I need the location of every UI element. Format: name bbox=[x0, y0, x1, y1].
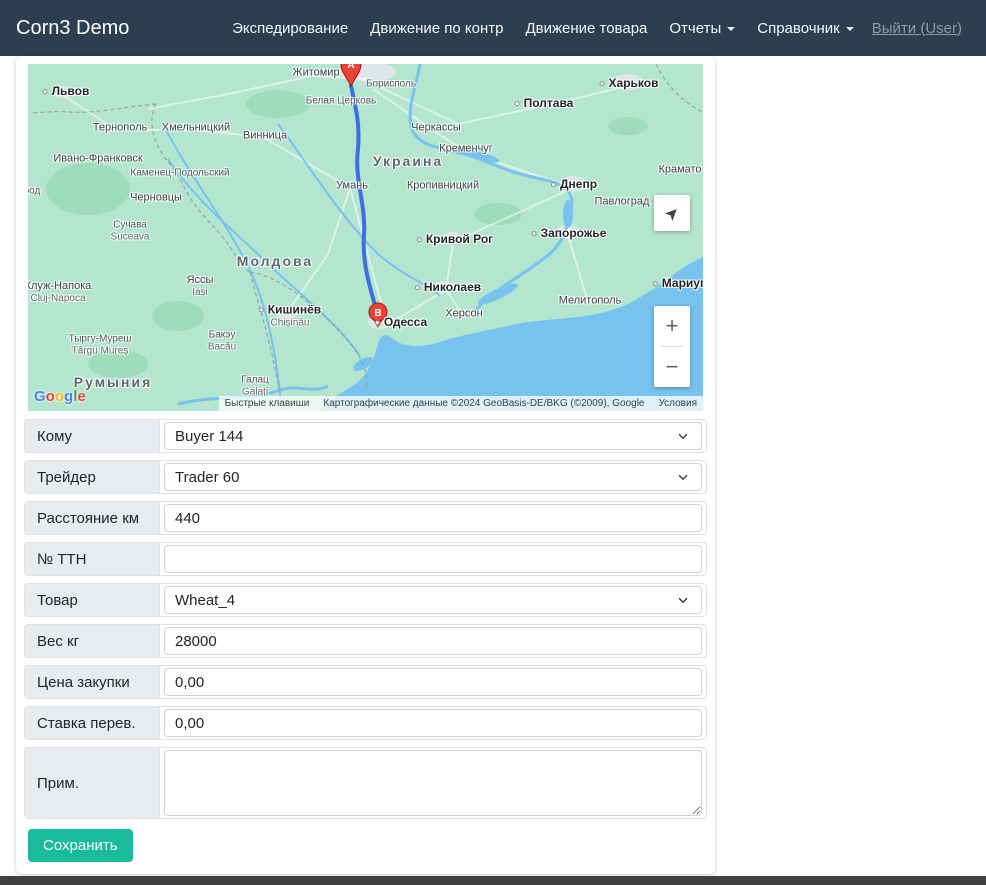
nav-item-label: Отчеты bbox=[669, 20, 721, 37]
zoom-control: + − bbox=[654, 306, 690, 387]
trader-select[interactable]: Trader 60 bbox=[164, 463, 702, 491]
freight-rate-input[interactable] bbox=[164, 709, 702, 737]
select-value: Trader 60 bbox=[175, 469, 239, 486]
map-canvas[interactable]: A B bbox=[28, 64, 703, 411]
field-label-weight-kg: Вес кг bbox=[25, 625, 160, 657]
field-cell-purchase-price bbox=[160, 666, 706, 698]
entry-form: Кому Buyer 144 Трейдер Trader 60 Расстояние … bbox=[24, 419, 707, 819]
keyboard-shortcuts-link[interactable]: Быстрые клавиши bbox=[225, 398, 310, 409]
form-row-freight-rate: Ставка перев. bbox=[24, 706, 707, 740]
nav-menu: Экспедирование Движение по контр Движение … bbox=[232, 20, 854, 37]
chevron-down-icon bbox=[676, 470, 690, 484]
nav-item-label: Движение по контр bbox=[370, 20, 503, 37]
zoom-in-button[interactable]: + bbox=[654, 306, 690, 346]
field-label-tovar: Товар bbox=[25, 584, 160, 616]
my-location-button[interactable]: ➤ bbox=[654, 195, 690, 231]
form-row-distance-km: Расстояние км bbox=[24, 501, 707, 535]
map-data-text: Картографические данные ©2024 GeoBasis-D… bbox=[323, 398, 644, 409]
save-button[interactable]: Сохранить bbox=[28, 829, 133, 862]
komu-select[interactable]: Buyer 144 bbox=[164, 422, 702, 450]
nav-item-2[interactable]: Движение по контр bbox=[370, 20, 503, 37]
field-label-ttn-number: № ТТН bbox=[25, 543, 160, 575]
nav-item-label: Справочник bbox=[757, 20, 840, 37]
field-label-trader: Трейдер bbox=[25, 461, 160, 493]
google-logo[interactable]: Google bbox=[34, 388, 86, 405]
form-row-trader: Трейдер Trader 60 bbox=[24, 460, 707, 494]
window-edge bbox=[0, 876, 986, 885]
form-row-tovar: Товар Wheat_4 bbox=[24, 583, 707, 617]
form-row-note: Прим. bbox=[24, 747, 707, 819]
svg-text:B: B bbox=[374, 308, 381, 319]
map-attribution: Быстрые клавиши Картографические данные … bbox=[219, 396, 703, 411]
weight-kg-input[interactable] bbox=[164, 627, 702, 655]
field-cell-tovar: Wheat_4 bbox=[160, 584, 706, 616]
field-cell-trader: Trader 60 bbox=[160, 461, 706, 493]
field-cell-weight-kg bbox=[160, 625, 706, 657]
select-value: Buyer 144 bbox=[175, 428, 243, 445]
page: { "navbar": { "brand": "Corn3 Demo", "it… bbox=[0, 0, 986, 885]
nav-item-1[interactable]: Экспедирование bbox=[232, 20, 348, 37]
field-label-purchase-price: Цена закупки bbox=[25, 666, 160, 698]
field-cell-note bbox=[160, 748, 706, 818]
caret-down-icon bbox=[846, 27, 854, 31]
terms-link[interactable]: Условия bbox=[658, 398, 697, 409]
tovar-select[interactable]: Wheat_4 bbox=[164, 586, 702, 614]
form-row-weight-kg: Вес кг bbox=[24, 624, 707, 658]
field-cell-komu: Buyer 144 bbox=[160, 420, 706, 452]
nav-item-5[interactable]: Справочник bbox=[757, 20, 854, 37]
chevron-down-icon bbox=[676, 593, 690, 607]
field-label-komu: Кому bbox=[25, 420, 160, 452]
purchase-price-input[interactable] bbox=[164, 668, 702, 696]
nav-item-3[interactable]: Движение товара bbox=[525, 20, 647, 37]
field-cell-ttn-number bbox=[160, 543, 706, 575]
form-row-ttn-number: № ТТН bbox=[24, 542, 707, 576]
ttn-number-input[interactable] bbox=[164, 545, 702, 573]
select-value: Wheat_4 bbox=[175, 592, 235, 609]
distance-km-input[interactable] bbox=[164, 504, 702, 532]
nav-item-label: Движение товара bbox=[525, 20, 647, 37]
svg-text:A: A bbox=[347, 64, 354, 71]
field-label-note: Прим. bbox=[25, 748, 160, 818]
note-textarea[interactable] bbox=[164, 750, 702, 816]
field-label-distance-km: Расстояние км bbox=[25, 502, 160, 534]
zoom-out-button[interactable]: − bbox=[654, 347, 690, 387]
field-label-freight-rate: Ставка перев. bbox=[25, 707, 160, 739]
chevron-down-icon bbox=[676, 429, 690, 443]
navigation-arrow-icon: ➤ bbox=[661, 202, 683, 224]
field-cell-freight-rate bbox=[160, 707, 706, 739]
nav-item-4[interactable]: Отчеты bbox=[669, 20, 735, 37]
nav-item-label: Экспедирование bbox=[232, 20, 348, 37]
map[interactable]: A B УкраинаМолдоваРумынияХарьковПолтаваЛ… bbox=[28, 64, 703, 411]
form-row-komu: Кому Buyer 144 bbox=[24, 419, 707, 453]
form-row-purchase-price: Цена закупки bbox=[24, 665, 707, 699]
logout-link[interactable]: Выйти (User) bbox=[872, 20, 962, 37]
brand-link[interactable]: Corn3 Demo bbox=[16, 17, 129, 40]
content-card: A B УкраинаМолдоваРумынияХарьковПолтаваЛ… bbox=[16, 56, 715, 874]
field-cell-distance-km bbox=[160, 502, 706, 534]
caret-down-icon bbox=[727, 27, 735, 31]
navbar: Corn3 Demo Экспедирование Движение по кон… bbox=[0, 0, 986, 56]
